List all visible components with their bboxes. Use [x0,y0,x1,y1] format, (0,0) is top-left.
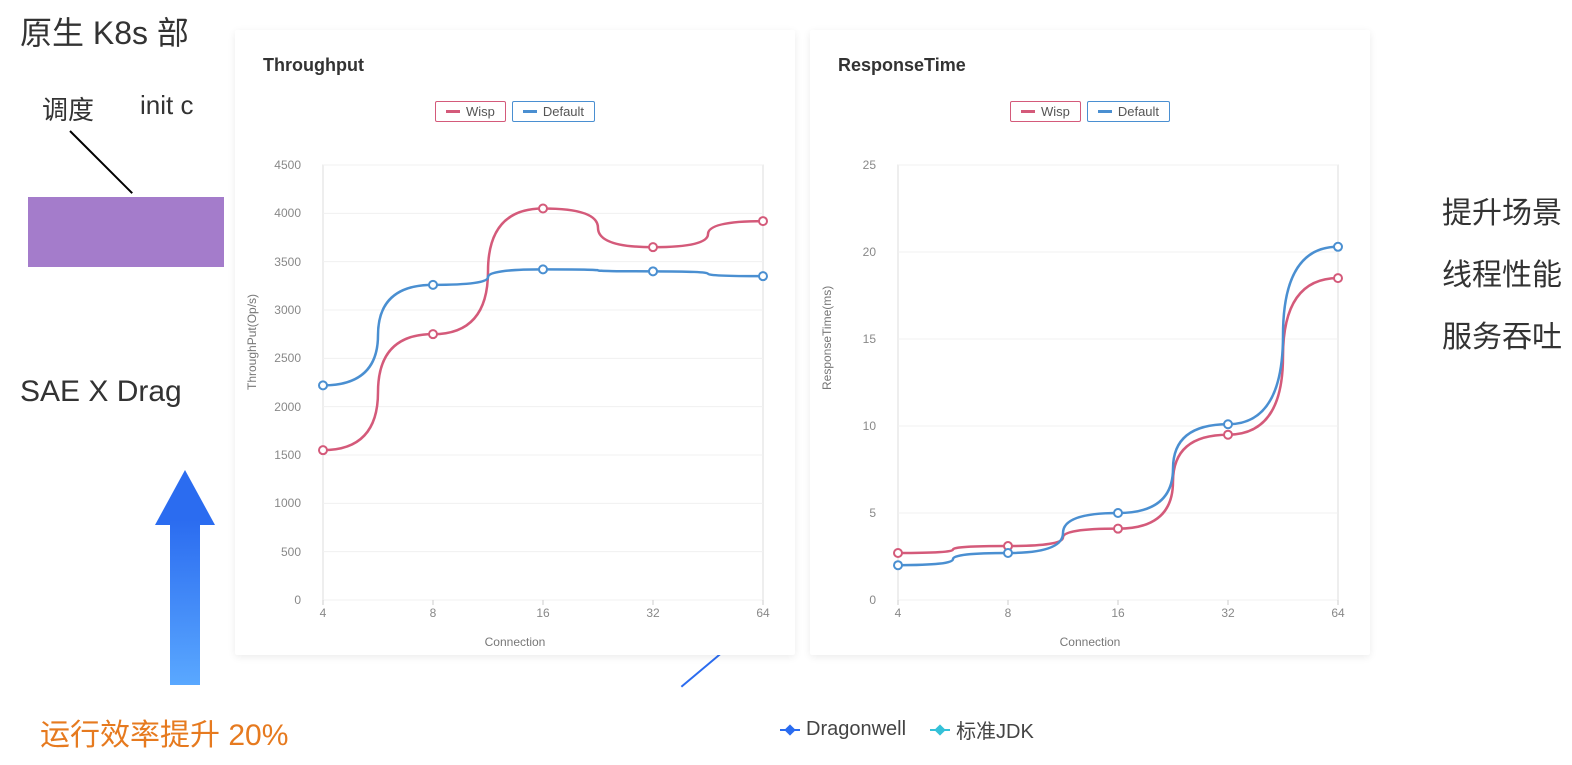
legend-default: Default [512,101,595,122]
legend-wisp: Wisp [435,101,506,122]
chart-legend: Wisp Default [235,101,795,122]
x-axis-label: Connection [810,635,1370,649]
y-tick: 4000 [271,206,301,220]
x-tick: 16 [1111,606,1124,620]
x-tick: 64 [756,606,769,620]
x-axis-label: Connection [235,635,795,649]
y-tick: 3500 [271,255,301,269]
x-tick: 4 [320,606,327,620]
legend-marker-icon [780,729,800,731]
legend-wisp: Wisp [1010,101,1081,122]
legend-default: Default [1087,101,1170,122]
y-tick: 3000 [271,303,301,317]
bg-schedule-label: 调度 [42,90,94,127]
y-axis-label: ThroughPut(Op/s) [245,294,259,390]
arrow-up-icon [155,470,215,685]
y-tick: 25 [846,158,876,172]
legend-marker-icon [930,729,950,731]
bottom-legend-label: Dragonwell [806,718,906,741]
x-tick: 32 [1221,606,1234,620]
chart-card-response: ResponseTime Wisp Default ResponseTime(m… [810,30,1370,655]
chart-title: Throughput [235,30,795,76]
x-tick: 32 [646,606,659,620]
y-axis-label: ResponseTime(ms) [820,286,834,390]
connector-line [69,130,133,194]
x-tick: 8 [430,606,437,620]
x-tick: 64 [1331,606,1344,620]
right-text-2: 线程性能 [1442,250,1562,294]
bg-title: 原生 K8s 部 [20,8,189,54]
chart-legend: Wisp Default [810,101,1370,122]
bottom-legend-stdjdk: 标准JDK [930,715,1034,744]
bottom-legend-dragonwell: Dragonwell [780,718,906,741]
chart-title: ResponseTime [810,30,1370,76]
plot-area-response [868,160,1348,630]
y-tick: 500 [271,545,301,559]
legend-default-label: Default [543,104,584,119]
efficiency-text: 运行效率提升 20% [40,710,288,754]
y-tick: 10 [846,419,876,433]
y-tick: 2000 [271,400,301,414]
chart-card-throughput: Throughput Wisp Default ThroughPut(Op/s)… [235,30,795,655]
y-tick: 4500 [271,158,301,172]
y-tick: 20 [846,245,876,259]
y-tick: 0 [271,593,301,607]
y-tick: 1500 [271,448,301,462]
legend-default-label: Default [1118,104,1159,119]
y-tick: 1000 [271,496,301,510]
sae-text: SAE X Drag [20,375,182,409]
x-tick: 16 [536,606,549,620]
legend-wisp-label: Wisp [466,104,495,119]
bg-init-label: init c [140,90,193,121]
plot-svg-throughput [293,160,773,630]
right-text-1: 提升场景 [1442,188,1562,232]
x-tick: 4 [895,606,902,620]
bottom-legend-label: 标准JDK [956,715,1034,744]
y-tick: 2500 [271,351,301,365]
purple-box [28,197,224,267]
plot-svg-response [868,160,1348,630]
y-tick: 0 [846,593,876,607]
x-tick: 8 [1005,606,1012,620]
plot-area-throughput [293,160,773,630]
y-tick: 15 [846,332,876,346]
right-text-3: 服务吞吐 [1442,312,1562,356]
legend-wisp-label: Wisp [1041,104,1070,119]
y-tick: 5 [846,506,876,520]
bottom-legend: Dragonwell 标准JDK [780,715,1034,744]
